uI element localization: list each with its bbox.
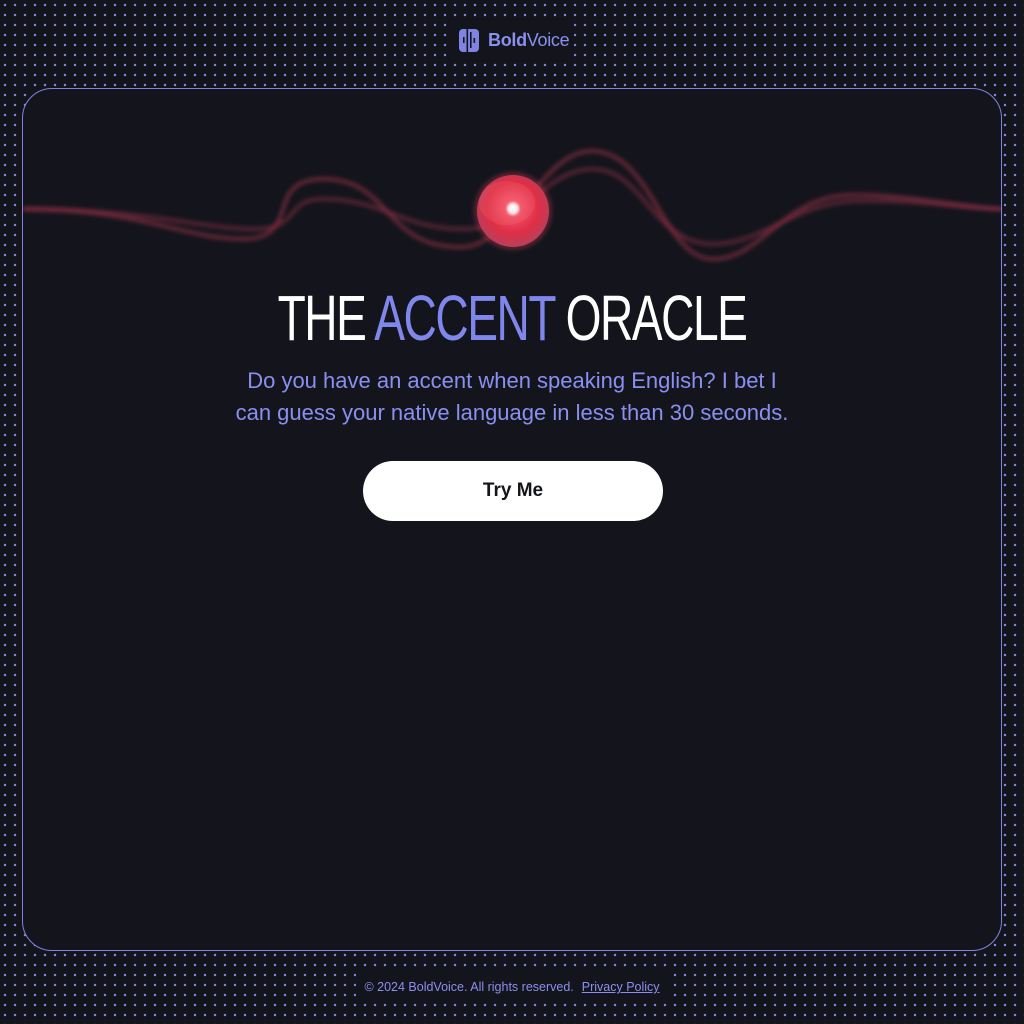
title-part-accent: ACCENT — [374, 282, 555, 354]
copyright-text: © 2024 BoldVoice. All rights reserved. — [364, 980, 574, 994]
sound-wave-graphic — [23, 148, 1001, 262]
title-part-the: THE — [277, 282, 367, 354]
privacy-policy-link[interactable]: Privacy Policy — [582, 980, 660, 994]
brand-name-regular: Voice — [526, 29, 570, 50]
footer: © 2024 BoldVoice. All rights reserved. P… — [356, 972, 668, 1002]
main-card: THE ACCENT ORACLE Do you have an accent … — [22, 88, 1002, 951]
try-me-button[interactable]: Try Me — [363, 461, 663, 521]
page-title: THE ACCENT ORACLE — [160, 283, 864, 353]
title-part-oracle: ORACLE — [565, 282, 748, 354]
brand-logo[interactable]: BoldVoice — [452, 20, 574, 60]
subtitle-line-2: can guess your native language in less t… — [235, 400, 789, 425]
boldvoice-logo-icon — [459, 27, 479, 53]
glowing-orb-icon — [474, 172, 552, 250]
brand-name-bold: Bold — [488, 29, 527, 50]
subtitle: Do you have an accent when speaking Engl… — [173, 365, 851, 429]
brand-name: BoldVoice — [488, 29, 570, 51]
subtitle-line-1: Do you have an accent when speaking Engl… — [247, 368, 777, 393]
